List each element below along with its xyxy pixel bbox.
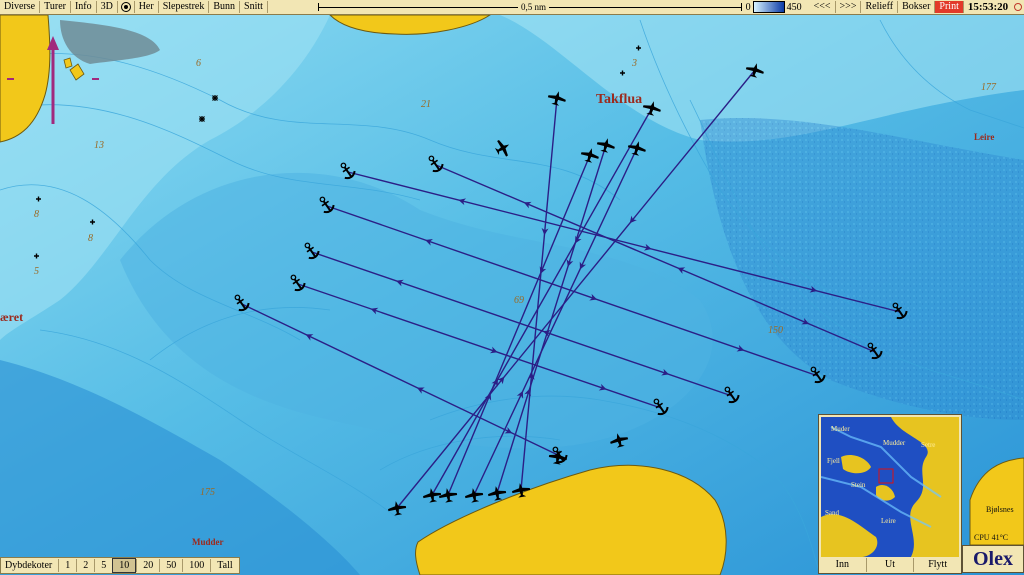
place-mudder: Mudder: [192, 537, 224, 547]
depth-sounding: 69: [514, 295, 524, 306]
place-bjolsnes: Bjølsnes: [986, 505, 1014, 514]
depth-sounding: 150: [768, 325, 783, 336]
ov-label: Sand: [825, 509, 839, 517]
depth-sounding: 3: [632, 58, 637, 69]
menu-slepestrek[interactable]: Slepestrek: [159, 1, 210, 13]
depth-sounding: 175: [200, 487, 215, 498]
contour-option-10[interactable]: 10: [112, 558, 137, 573]
top-toolbar: Diverse Turer Info 3D Her Slepestrek Bun…: [0, 0, 1024, 15]
move-button[interactable]: Flytt: [913, 558, 961, 572]
place-aeret: æret: [0, 310, 24, 324]
ov-label: Leire: [881, 517, 896, 525]
zoom-in-button[interactable]: Inn: [819, 558, 866, 572]
depth-min: 0: [745, 1, 751, 13]
depth-sounding: 8: [34, 209, 39, 220]
cpu-temperature: CPU 41°C: [974, 533, 1009, 542]
print-button[interactable]: Print: [935, 1, 964, 13]
back-button[interactable]: <<<: [810, 1, 836, 13]
contour-selector: Dybdekoter 1 2 5 10 20 50 100 Tall: [0, 557, 240, 574]
contour-option-2[interactable]: 2: [76, 559, 94, 572]
scale-label: 0,5 nm: [517, 1, 549, 13]
place-takflua: Takflua: [596, 92, 643, 107]
forward-button[interactable]: >>>: [836, 1, 862, 13]
depth-sounding: 6: [196, 58, 201, 69]
menu-info[interactable]: Info: [71, 1, 97, 13]
ov-label: Fjell: [827, 457, 840, 465]
ov-label: Setre: [921, 441, 936, 449]
menu-snitt[interactable]: Snitt: [240, 1, 268, 13]
menu-3d[interactable]: 3D: [97, 1, 118, 13]
sun-icon[interactable]: [1012, 1, 1024, 13]
menu-diverse[interactable]: Diverse: [0, 1, 41, 13]
target-icon[interactable]: [118, 1, 135, 13]
contour-option-100[interactable]: 100: [182, 559, 210, 572]
ov-label: Mudder: [883, 439, 906, 447]
menu-turer[interactable]: Turer: [40, 1, 71, 13]
depth-max: 450: [786, 1, 802, 13]
depth-sounding: 13: [94, 140, 104, 151]
overview-panel: Muder Fjell Stein Sand Setre Leire Mudde…: [818, 414, 962, 574]
olex-logo: Olex: [962, 545, 1024, 573]
zoom-out-button[interactable]: Ut: [865, 558, 914, 572]
depth-sounding: 5: [34, 266, 39, 277]
scale-bar: 0,5 nm: [317, 1, 742, 13]
depth-color-scale[interactable]: 0 450: [746, 1, 802, 13]
ov-label: Muder: [831, 425, 850, 433]
contour-option-1[interactable]: 1: [58, 559, 76, 572]
contour-option-20[interactable]: 20: [136, 559, 159, 572]
ov-label: Stein: [851, 481, 866, 489]
menu-bunn[interactable]: Bunn: [209, 1, 241, 13]
contour-option-5[interactable]: 5: [94, 559, 112, 572]
clock: 15:53:20: [967, 1, 1009, 13]
boxes-button[interactable]: Bokser: [898, 1, 936, 13]
contour-option-50[interactable]: 50: [159, 559, 182, 572]
depth-gradient: [752, 1, 785, 13]
contour-title: Dybdekoter: [5, 560, 53, 571]
menu-her[interactable]: Her: [135, 1, 159, 13]
contour-option-tall[interactable]: Tall: [210, 559, 238, 572]
place-leire: Leire: [974, 132, 995, 142]
overview-map[interactable]: Muder Fjell Stein Sand Setre Leire Mudde…: [821, 417, 959, 557]
depth-sounding: 177: [981, 82, 996, 93]
depth-sounding: 21: [421, 99, 431, 110]
relief-button[interactable]: Relieff: [861, 1, 899, 13]
depth-sounding: 8: [88, 233, 93, 244]
